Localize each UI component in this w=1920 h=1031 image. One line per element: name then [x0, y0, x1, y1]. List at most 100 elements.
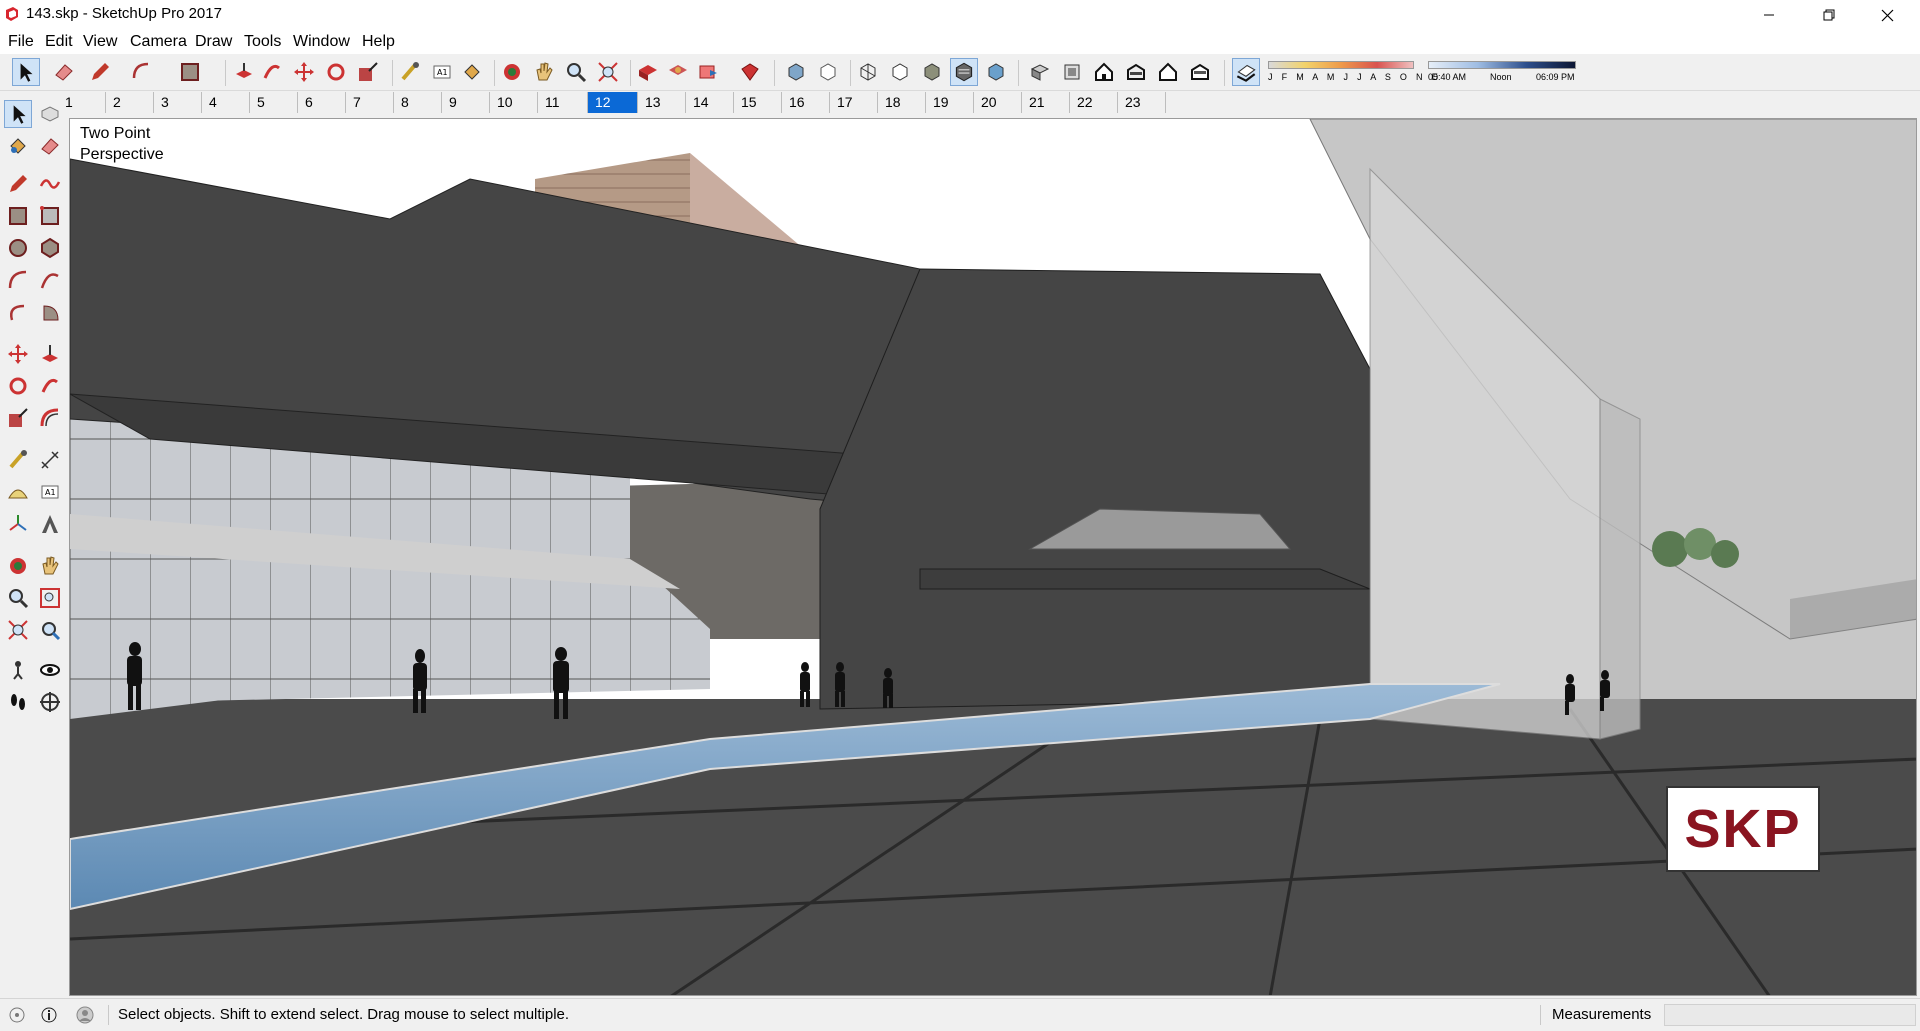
scene-tab-3[interactable]: 3 [154, 92, 202, 113]
scene-tab-23[interactable]: 23 [1118, 92, 1166, 113]
zoom-extents-icon[interactable] [596, 60, 620, 84]
share-component-icon[interactable] [696, 60, 720, 84]
share-model-icon[interactable] [666, 60, 690, 84]
menu-tools[interactable]: Tools [244, 33, 281, 51]
back-edges-style-icon[interactable] [816, 60, 840, 84]
two-point-arc-icon[interactable] [38, 268, 62, 292]
zoom-extents-icon[interactable] [6, 618, 30, 642]
rotate-icon[interactable] [6, 374, 30, 398]
time-slider[interactable] [1428, 61, 1576, 69]
3d-text-icon[interactable] [38, 512, 62, 536]
circle-icon[interactable] [6, 236, 30, 260]
month-slider[interactable] [1268, 61, 1414, 69]
line-tool-icon[interactable] [6, 172, 30, 196]
xray-style-icon[interactable] [784, 60, 808, 84]
menu-view[interactable]: View [83, 33, 117, 51]
walk-footprints-icon[interactable] [6, 690, 30, 714]
eraser-icon[interactable] [38, 134, 62, 158]
shadows-toggle-button[interactable] [1232, 58, 1260, 86]
scene-tab-22[interactable]: 22 [1070, 92, 1118, 113]
scene-tab-21[interactable]: 21 [1022, 92, 1070, 113]
pie-icon[interactable] [38, 300, 62, 324]
look-around-eye-icon[interactable] [38, 658, 62, 682]
orbit-icon[interactable] [500, 60, 524, 84]
scene-tab-9[interactable]: 9 [442, 92, 490, 113]
move-icon[interactable] [6, 342, 30, 366]
select-tool-button[interactable] [12, 58, 40, 86]
measurements-input[interactable] [1664, 1004, 1916, 1026]
scene-tab-18[interactable]: 18 [878, 92, 926, 113]
left-view-icon[interactable] [1188, 60, 1212, 84]
rotated-rectangle-icon[interactable] [38, 204, 62, 228]
pan-hand-icon[interactable] [532, 60, 556, 84]
zoom-icon[interactable] [564, 60, 588, 84]
wireframe-style-icon[interactable] [856, 60, 880, 84]
scene-tab-12[interactable]: 12 [588, 92, 638, 113]
follow-me-icon[interactable] [260, 60, 284, 84]
scene-tab-14[interactable]: 14 [686, 92, 734, 113]
position-camera-icon[interactable] [6, 658, 30, 682]
scene-tab-10[interactable]: 10 [490, 92, 538, 113]
text-tool-icon[interactable]: A1 [38, 480, 62, 504]
top-view-icon[interactable] [1060, 60, 1084, 84]
user-account-icon[interactable] [76, 1006, 94, 1024]
tape-measure-icon[interactable] [398, 60, 422, 84]
previous-view-icon[interactable] [38, 618, 62, 642]
back-view-icon[interactable] [1156, 60, 1180, 84]
rectangle-icon[interactable] [6, 204, 30, 228]
axes-icon[interactable] [6, 512, 30, 536]
push-pull-icon[interactable] [232, 60, 256, 84]
scale-icon[interactable] [6, 406, 30, 430]
move-icon[interactable] [292, 60, 316, 84]
offset-icon[interactable] [38, 406, 62, 430]
scene-tab-6[interactable]: 6 [298, 92, 346, 113]
paint-bucket-icon[interactable] [460, 60, 484, 84]
hidden-line-style-icon[interactable] [888, 60, 912, 84]
minimize-button[interactable] [1740, 0, 1798, 30]
extension-warehouse-icon[interactable] [738, 60, 762, 84]
pan-hand-icon[interactable] [38, 554, 62, 578]
arc-icon[interactable] [6, 268, 30, 292]
tape-measure-icon[interactable] [6, 448, 30, 472]
arc-icon[interactable] [130, 60, 154, 84]
rectangle-icon[interactable] [178, 60, 202, 84]
freehand-icon[interactable] [38, 172, 62, 196]
scene-tab-17[interactable]: 17 [830, 92, 878, 113]
zoom-icon[interactable] [6, 586, 30, 610]
dimension-text-icon[interactable]: A1 [430, 60, 454, 84]
menu-help[interactable]: Help [362, 33, 395, 51]
protractor-icon[interactable] [6, 480, 30, 504]
scene-tab-4[interactable]: 4 [202, 92, 250, 113]
scene-tab-15[interactable]: 15 [734, 92, 782, 113]
model-viewport[interactable]: Two Point Perspective [69, 118, 1917, 996]
scene-tab-13[interactable]: 13 [638, 92, 686, 113]
geo-location-icon[interactable] [8, 1006, 26, 1024]
menu-edit[interactable]: Edit [45, 33, 73, 51]
three-point-arc-icon[interactable] [6, 300, 30, 324]
shaded-style-icon[interactable] [920, 60, 944, 84]
dimension-icon[interactable] [38, 448, 62, 472]
scene-tab-2[interactable]: 2 [106, 92, 154, 113]
scene-tab-20[interactable]: 20 [974, 92, 1022, 113]
restore-button[interactable] [1800, 0, 1858, 30]
menu-draw[interactable]: Draw [195, 33, 232, 51]
pencil-icon[interactable] [88, 60, 112, 84]
orbit-icon[interactable] [6, 554, 30, 578]
3d-warehouse-icon[interactable] [636, 60, 660, 84]
menu-window[interactable]: Window [293, 33, 350, 51]
credits-info-icon[interactable] [40, 1006, 58, 1024]
zoom-window-icon[interactable] [38, 586, 62, 610]
scene-tab-5[interactable]: 5 [250, 92, 298, 113]
iso-view-icon[interactable] [1028, 60, 1052, 84]
monochrome-style-icon[interactable] [984, 60, 1008, 84]
scene-tab-7[interactable]: 7 [346, 92, 394, 113]
scene-tab-16[interactable]: 16 [782, 92, 830, 113]
push-pull-icon[interactable] [38, 342, 62, 366]
menu-file[interactable]: File [8, 33, 34, 51]
make-component-icon[interactable] [38, 102, 62, 126]
scene-tab-8[interactable]: 8 [394, 92, 442, 113]
rotate-icon[interactable] [324, 60, 348, 84]
menu-camera[interactable]: Camera [130, 33, 187, 51]
eraser-icon[interactable] [52, 60, 76, 84]
scene-tab-19[interactable]: 19 [926, 92, 974, 113]
